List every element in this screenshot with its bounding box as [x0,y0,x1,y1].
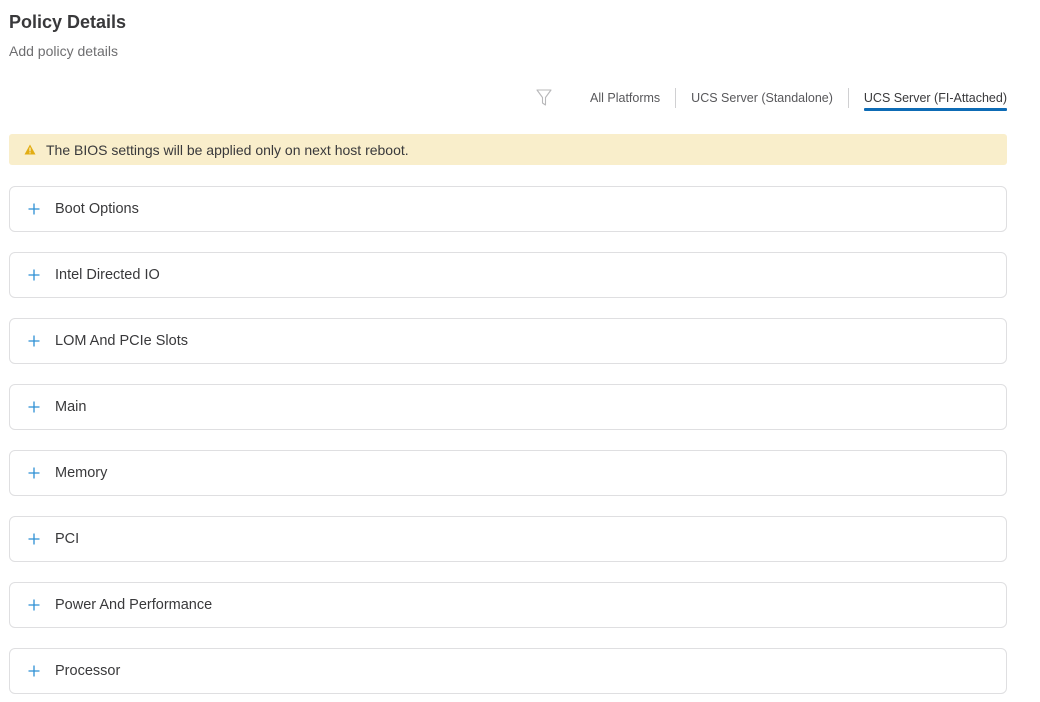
section-power-and-performance[interactable]: Power And Performance [9,582,1007,628]
policy-details-page: Policy Details Add policy details All Pl… [0,0,1040,702]
section-intel-directed-io[interactable]: Intel Directed IO [9,252,1007,298]
warning-icon [24,144,36,155]
section-memory[interactable]: Memory [9,450,1007,496]
section-boot-options[interactable]: Boot Options [9,186,1007,232]
tab-ucs-server-fi-attached[interactable]: UCS Server (FI-Attached) [849,86,1008,111]
section-pci[interactable]: PCI [9,516,1007,562]
platform-filter-bar: All Platforms UCS Server (Standalone) UC… [535,86,1008,111]
plus-icon[interactable] [28,533,40,545]
warning-banner: The BIOS settings will be applied only o… [9,134,1007,165]
bios-sections-list: Boot Options Intel Directed IO LOM And P… [9,186,1007,702]
section-label: Processor [55,663,121,679]
section-processor[interactable]: Processor [9,648,1007,694]
section-label: PCI [55,531,80,547]
plus-icon[interactable] [28,269,40,281]
warning-text: The BIOS settings will be applied only o… [46,141,409,158]
tab-all-platforms[interactable]: All Platforms [575,86,675,110]
section-label: Power And Performance [55,597,213,613]
section-label: Boot Options [55,201,139,217]
section-lom-and-pcie-slots[interactable]: LOM And PCIe Slots [9,318,1007,364]
plus-icon[interactable] [28,665,40,677]
section-main[interactable]: Main [9,384,1007,430]
plus-icon[interactable] [28,467,40,479]
plus-icon[interactable] [28,401,40,413]
plus-icon[interactable] [28,599,40,611]
section-label: Main [55,399,87,415]
plus-icon[interactable] [28,203,40,215]
page-subtitle: Add policy details [9,43,118,59]
page-title: Policy Details [9,12,127,32]
tab-ucs-server-standalone[interactable]: UCS Server (Standalone) [676,86,848,110]
section-label: Memory [55,465,108,481]
plus-icon[interactable] [28,335,40,347]
filter-icon[interactable] [535,88,553,108]
section-label: Intel Directed IO [55,267,160,283]
section-label: LOM And PCIe Slots [55,333,188,349]
